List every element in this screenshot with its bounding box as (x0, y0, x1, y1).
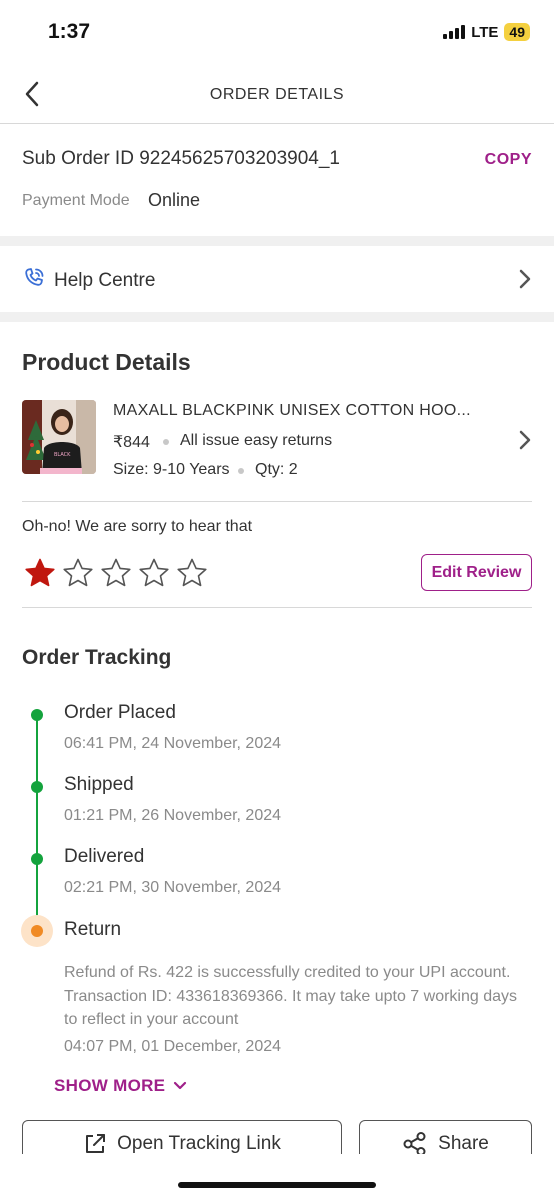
product-image: BLACK (22, 400, 96, 474)
page-title: ORDER DETAILS (209, 86, 345, 103)
help-centre-row[interactable]: Help Centre (0, 246, 554, 312)
timeline-dot-complete (31, 709, 43, 721)
suborder-section: Sub Order ID 92245625703203904_1 COPY Pa… (0, 124, 554, 236)
star-rating[interactable] (24, 557, 208, 589)
refund-detail: Refund of Rs. 422 is successfully credit… (64, 964, 518, 1028)
divider (22, 501, 532, 502)
chevron-right-icon (519, 269, 531, 289)
edit-review-button[interactable]: Edit Review (421, 554, 532, 591)
step-title: Return (64, 919, 122, 940)
help-centre-label: Help Centre (54, 270, 156, 291)
star-empty-icon[interactable] (138, 557, 170, 589)
step-time: 06:41 PM, 24 November, 2024 (64, 735, 282, 752)
product-returns-policy: All issue easy returns (180, 432, 333, 449)
product-name: MAXALL BLACKPINK UNISEX COTTON HOO... (113, 402, 471, 419)
bottom-safe-area (0, 1154, 554, 1200)
product-size: Size: 9-10 Years (113, 461, 230, 478)
step-title: Delivered (64, 846, 145, 867)
status-time: 1:37 (48, 20, 91, 43)
show-more-button[interactable]: SHOW MORE (54, 1076, 187, 1096)
signal-icon (443, 25, 466, 39)
separator-dot (163, 439, 169, 445)
step-title: Order Placed (64, 702, 176, 723)
timeline-dot-complete (31, 853, 43, 865)
show-more-label: SHOW MORE (54, 1076, 166, 1095)
timeline-dot-complete (31, 781, 43, 793)
step-time: 02:21 PM, 30 November, 2024 (64, 879, 282, 896)
section-divider (0, 312, 554, 322)
step-title: Shipped (64, 774, 134, 795)
timeline-dot-return (31, 925, 43, 937)
svg-text:BLACK: BLACK (54, 452, 71, 458)
network-label: LTE (471, 23, 499, 41)
product-row[interactable]: BLACK MAXALL BLACKPINK UNISEX COTTON HOO… (0, 396, 554, 486)
product-quantity: Qty: 2 (255, 461, 298, 478)
separator-dot (238, 468, 244, 474)
payment-mode-label: Payment Mode (22, 192, 130, 209)
external-link-icon (86, 1134, 106, 1153)
battery-icon: 49 (504, 23, 530, 41)
suborder-id: Sub Order ID 92245625703203904_1 (22, 148, 340, 169)
star-empty-icon[interactable] (100, 557, 132, 589)
star-empty-icon[interactable] (62, 557, 94, 589)
tracking-timeline-line (36, 715, 38, 930)
status-indicators: LTE 49 (443, 23, 530, 41)
product-details-title: Product Details (22, 349, 191, 375)
open-tracking-label: Open Tracking Link (117, 1133, 281, 1154)
product-price: ₹844 (113, 434, 150, 451)
app-header: ORDER DETAILS (0, 64, 554, 124)
section-divider (0, 236, 554, 246)
order-tracking-title: Order Tracking (22, 646, 172, 669)
payment-mode-value: Online (148, 190, 201, 210)
chevron-down-icon (174, 1081, 187, 1090)
star-empty-icon[interactable] (176, 557, 208, 589)
divider (22, 607, 532, 608)
phone-support-icon (25, 268, 44, 286)
home-indicator[interactable] (178, 1182, 376, 1188)
review-message: Oh-no! We are sorry to hear that (22, 518, 253, 535)
step-time: 01:21 PM, 26 November, 2024 (64, 807, 282, 824)
status-bar: 1:37 LTE 49 (0, 0, 554, 64)
step-time: 04:07 PM, 01 December, 2024 (64, 1038, 282, 1055)
star-filled-icon[interactable] (24, 557, 56, 589)
share-label: Share (438, 1133, 489, 1154)
chevron-right-icon (519, 430, 531, 450)
copy-button[interactable]: COPY (485, 151, 532, 169)
